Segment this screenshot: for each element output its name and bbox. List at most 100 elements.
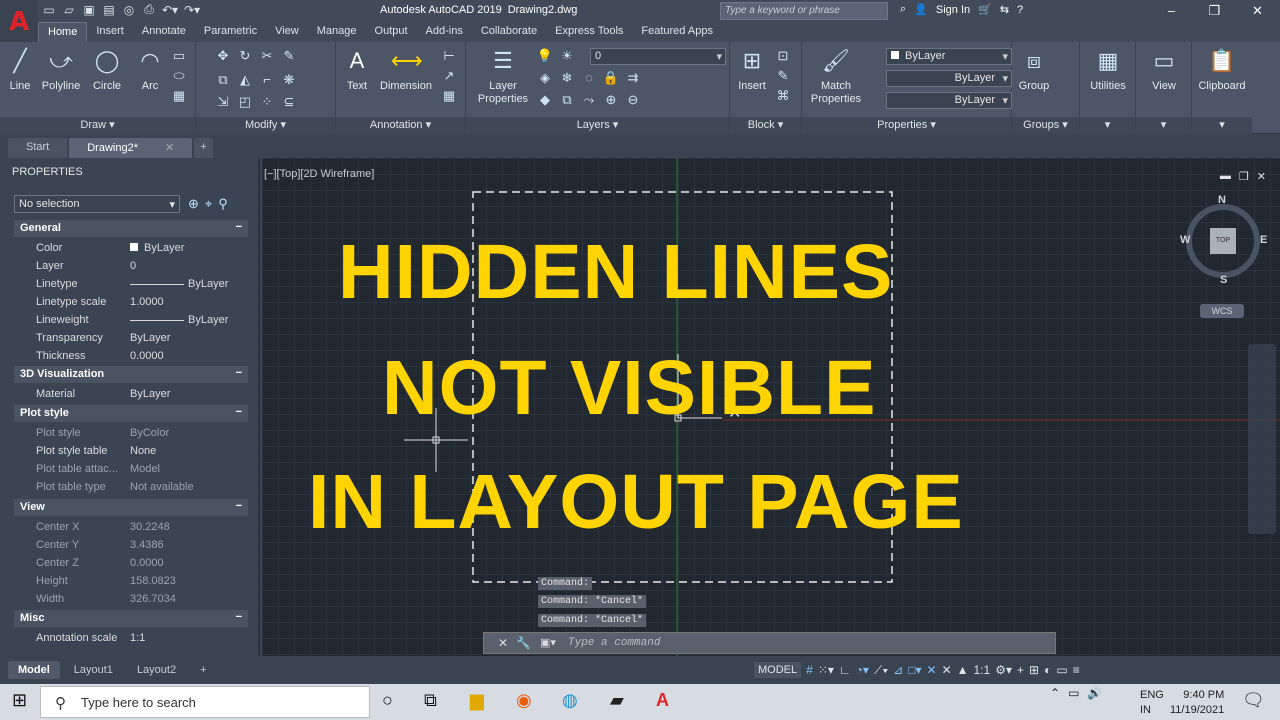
compass-n[interactable]: N xyxy=(1218,194,1226,206)
viewcube-compass[interactable]: TOP N S W E xyxy=(1180,194,1267,286)
tab-home[interactable]: Home xyxy=(38,22,88,42)
collapse-icon[interactable]: − xyxy=(236,406,242,418)
cortana-icon[interactable]: ○ xyxy=(382,690,393,711)
tray-up-icon[interactable]: ⌃ xyxy=(1050,686,1060,700)
web-icon[interactable]: ◎ xyxy=(122,3,136,17)
property-row[interactable]: Linetype ByLayer xyxy=(14,276,248,294)
compass-w[interactable]: W xyxy=(1180,234,1190,246)
help-icon[interactable]: ? xyxy=(1017,4,1023,16)
close-tab-icon[interactable]: ✕ xyxy=(165,142,174,154)
match-properties-button[interactable]: 🖌 Match Properties xyxy=(808,46,864,106)
copy-icon[interactable]: ⧉ xyxy=(214,72,232,88)
selection-combo[interactable]: No selection ▾ xyxy=(14,195,180,213)
create-block-icon[interactable]: ⊡ xyxy=(774,48,792,64)
isolate-icon[interactable]: ◐ xyxy=(1044,663,1051,677)
tab-layout1[interactable]: Layout1 xyxy=(64,661,123,679)
tab-view[interactable]: View xyxy=(266,22,308,42)
layer-combo[interactable]: 0 xyxy=(590,48,726,65)
clipboard-button[interactable]: 📋 Clipboard xyxy=(1194,46,1250,93)
draw-panel-title[interactable]: Draw ▾ xyxy=(0,117,195,134)
utilities-expander[interactable]: ▾ xyxy=(1080,117,1135,134)
property-row[interactable]: Linetype scale 1.0000 xyxy=(14,294,248,312)
tab-featured-apps[interactable]: Featured Apps xyxy=(632,22,722,42)
stretch-icon[interactable]: ⇲ xyxy=(214,94,232,110)
restore-button[interactable]: ❐ xyxy=(1193,0,1236,22)
isodraft-icon[interactable]: ⟋▾ xyxy=(874,663,888,678)
ortho-icon[interactable]: ∟ xyxy=(839,663,851,677)
close-button[interactable]: ✕ xyxy=(1236,0,1279,22)
section-header-misc[interactable]: Misc − xyxy=(14,610,248,627)
tab-express-tools[interactable]: Express Tools xyxy=(546,22,632,42)
grid-icon[interactable]: # xyxy=(806,663,813,677)
tab-manage[interactable]: Manage xyxy=(308,22,366,42)
tab-model[interactable]: Model xyxy=(8,661,60,679)
add-layout-button[interactable]: + xyxy=(190,661,216,679)
explode-icon[interactable]: ❋ xyxy=(280,72,298,88)
select-objects-icon[interactable]: ⌖ xyxy=(205,196,212,212)
navigation-bar[interactable] xyxy=(1248,344,1276,534)
collapse-icon[interactable]: − xyxy=(236,367,242,379)
property-row[interactable]: Height 158.0823 xyxy=(14,573,248,591)
command-prompt-icon[interactable]: ▣▾ xyxy=(540,636,556,649)
clipboard-expander[interactable]: ▾ xyxy=(1192,117,1252,134)
layer-copy-icon[interactable]: ⧉ xyxy=(558,92,576,108)
erase-icon[interactable]: ✎ xyxy=(280,48,298,64)
leader-icon[interactable]: ↗ xyxy=(440,68,458,84)
close-cmd-icon[interactable]: ✕ xyxy=(498,636,508,650)
property-row[interactable]: Thickness 0.0000 xyxy=(14,348,248,366)
layer-off-icon[interactable]: ◌ xyxy=(580,70,598,86)
compass-e[interactable]: E xyxy=(1260,234,1267,246)
autocad-taskbar-icon[interactable]: A xyxy=(656,690,669,711)
layers-panel-title[interactable]: Layers ▾ xyxy=(466,117,729,134)
print-icon[interactable]: ⎙ xyxy=(142,2,156,17)
scale-icon[interactable]: ◰ xyxy=(236,94,254,110)
utilities-button[interactable]: ▦ Utilities xyxy=(1082,46,1134,93)
layer-current-icon[interactable]: ◆ xyxy=(536,92,554,108)
line-button[interactable]: ╱ Line xyxy=(2,46,38,93)
hatch-icon[interactable]: ▦ xyxy=(170,88,188,104)
sticky-app-icon[interactable]: ▰ xyxy=(610,690,624,711)
rectangle-icon[interactable]: ▭ xyxy=(170,48,188,64)
open-file-icon[interactable]: ▱ xyxy=(62,3,76,17)
tab-output[interactable]: Output xyxy=(366,22,417,42)
tab-insert[interactable]: Insert xyxy=(87,22,133,42)
offset-icon[interactable]: ⊆ xyxy=(280,94,298,110)
quick-select-icon[interactable]: ⚲ xyxy=(218,196,228,212)
units-icon[interactable]: ⊞ xyxy=(1029,663,1039,677)
plus-icon[interactable]: + xyxy=(1017,663,1024,677)
linetype-combo[interactable]: ByLayer xyxy=(886,70,1012,87)
command-input[interactable]: ✕ 🔧 ▣▾ Type a command xyxy=(483,632,1056,654)
groups-panel-title[interactable]: Groups ▾ xyxy=(1012,117,1079,134)
tab-annotate[interactable]: Annotate xyxy=(133,22,195,42)
sign-in-link[interactable]: Sign In xyxy=(936,4,970,16)
view-expander[interactable]: ▾ xyxy=(1136,117,1191,134)
insert-block-button[interactable]: ⊞ Insert xyxy=(732,46,772,93)
cart-icon[interactable]: 🛒 xyxy=(978,3,992,16)
new-tab-button[interactable]: + xyxy=(194,138,213,158)
help-search-input[interactable]: Type a keyword or phrase xyxy=(720,2,888,20)
edit-block-icon[interactable]: ✎ xyxy=(774,68,792,84)
annotation-scale-value[interactable]: 1:1 xyxy=(974,663,991,677)
table-icon[interactable]: ▦ xyxy=(440,88,458,104)
collapse-icon[interactable]: − xyxy=(236,221,242,233)
windows-start-icon[interactable]: ⊞ xyxy=(12,690,27,711)
fullscreen-icon[interactable]: ▭ xyxy=(1056,663,1067,677)
layer-walk-icon[interactable]: ⤳ xyxy=(580,92,598,108)
workspace-gear-icon[interactable]: ⚙▾ xyxy=(995,663,1012,677)
property-row[interactable]: Layer 0 xyxy=(14,258,248,276)
color-combo[interactable]: ByLayer xyxy=(886,48,1012,65)
tab-layout2[interactable]: Layout2 xyxy=(127,661,186,679)
tab-start[interactable]: Start xyxy=(8,138,68,158)
collapse-icon[interactable]: − xyxy=(236,500,242,512)
trim-icon[interactable]: ✂ xyxy=(258,48,276,64)
language-indicator[interactable]: ENG IN xyxy=(1140,688,1164,718)
tab-parametric[interactable]: Parametric xyxy=(195,22,266,42)
binoculars-icon[interactable]: ⌕ xyxy=(900,3,906,16)
group-button[interactable]: ⧈ Group xyxy=(1014,46,1054,93)
tab-drawing2[interactable]: Drawing2* ✕ xyxy=(69,138,193,158)
circle-button[interactable]: ◯ Circle xyxy=(88,46,126,93)
redo-icon[interactable]: ↷▾ xyxy=(184,3,200,17)
property-row[interactable]: Width 326.7034 xyxy=(14,591,248,609)
fillet-icon[interactable]: ⌐ xyxy=(258,72,276,88)
firefox-icon[interactable]: ◉ xyxy=(516,690,532,711)
